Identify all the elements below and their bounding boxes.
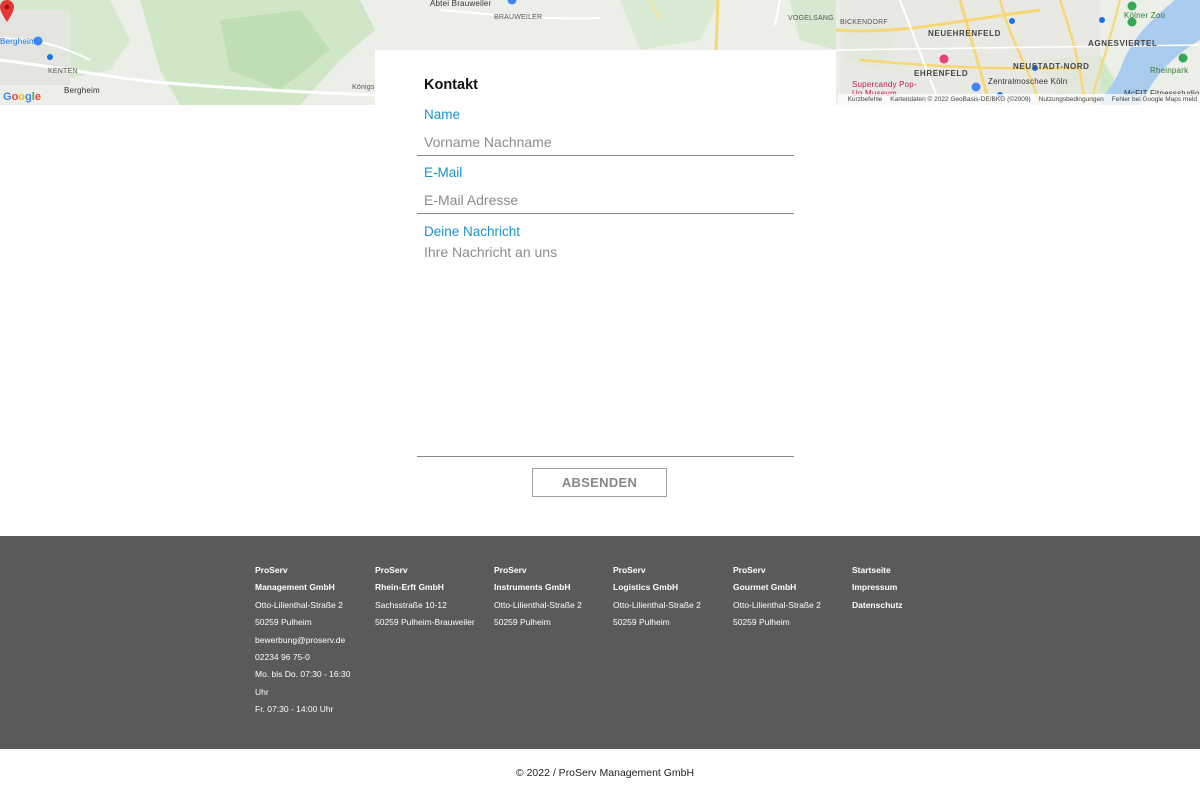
map-label-bickendorf: BICKENDORF bbox=[840, 19, 888, 26]
name-label: Name bbox=[424, 107, 461, 122]
footer-column-management: ProServ Management GmbH Otto-Lilienthal-… bbox=[255, 562, 370, 719]
footer-address: Otto-Lilienthal-Straße 2 bbox=[494, 599, 582, 610]
name-input[interactable] bbox=[417, 129, 794, 156]
footer-city: 50259 Pulheim bbox=[613, 617, 670, 628]
map-label-abtei: Abtei Brauweiler bbox=[430, 0, 492, 8]
map-data-credit: Kartendaten © 2022 GeoBasis-DE/BKG (©200… bbox=[890, 96, 1031, 103]
footer-column-logistics: ProServ Logistics GmbH Otto-Lilienthal-S… bbox=[613, 562, 728, 632]
footer-link-impressum[interactable]: Impressum bbox=[852, 579, 967, 596]
map-label-zentralmoschee: Zentralmoschee Köln bbox=[988, 77, 1068, 86]
footer-column-gourmet: ProServ Gourmet GmbH Otto-Lilienthal-Str… bbox=[733, 562, 848, 632]
footer-brand: ProServ bbox=[494, 565, 527, 575]
footer-hours-weekdays-unit: Uhr bbox=[255, 686, 269, 697]
map-shortcuts-link[interactable]: Kurzbefehle bbox=[848, 96, 883, 103]
map-label-kenten: KENTEN bbox=[48, 68, 78, 75]
footer-column-rhein-erft: ProServ Rhein-Erft GmbH Sachsstraße 10-1… bbox=[375, 562, 490, 632]
submit-button[interactable]: ABSENDEN bbox=[532, 468, 667, 497]
footer-company: Gourmet GmbH bbox=[733, 582, 797, 593]
footer-city: 50259 Pulheim bbox=[255, 617, 312, 628]
map-label-neustadt-nord: NEUSTADT-NORD bbox=[1013, 62, 1090, 71]
map-label-bergheim: Bergheim bbox=[64, 86, 100, 95]
footer-city: 50259 Pulheim-Brauweiler bbox=[375, 617, 475, 628]
footer-column-instruments: ProServ Instruments GmbH Otto-Lilienthal… bbox=[494, 562, 609, 632]
footer-hours-friday: Fr. 07:30 - 14:00 Uhr bbox=[255, 704, 334, 715]
copyright: © 2022 / ProServ Management GmbH bbox=[515, 767, 695, 779]
email-label: E-Mail bbox=[424, 165, 463, 180]
footer-link-datenschutz[interactable]: Datenschutz bbox=[852, 597, 967, 614]
map-label-brauweiler: BRAUWEILER bbox=[494, 14, 543, 21]
message-label: Deine Nachricht bbox=[424, 224, 521, 239]
map-label-agnesviertel: AGNESVIERTEL bbox=[1088, 39, 1158, 48]
footer-hours-weekdays: Mo. bis Do. 07:30 - 16:30 bbox=[255, 669, 351, 680]
map-attribution: Kurzbefehle Kartendaten © 2022 GeoBasis-… bbox=[837, 94, 1200, 105]
contact-card: Kontakt Name E-Mail Deine Nachricht ABSE… bbox=[375, 50, 836, 510]
contact-title: Kontakt bbox=[424, 77, 478, 93]
footer: ProServ Management GmbH Otto-Lilienthal-… bbox=[0, 536, 1200, 749]
footer-company: Management GmbH bbox=[255, 582, 335, 593]
footer-brand: ProServ bbox=[375, 565, 408, 575]
map-label-vogelsang: VOGELSANG bbox=[788, 15, 834, 22]
footer-brand: ProServ bbox=[255, 565, 288, 575]
footer-city: 50259 Pulheim bbox=[733, 617, 790, 628]
footer-company: Instruments GmbH bbox=[494, 582, 571, 593]
footer-link-startseite[interactable]: Startseite bbox=[852, 562, 967, 579]
map-terms-link[interactable]: Nutzungsbedingungen bbox=[1039, 96, 1104, 103]
google-logo: Google bbox=[3, 91, 41, 103]
footer-company: Logistics GmbH bbox=[613, 582, 679, 593]
footer-address: Otto-Lilienthal-Straße 2 bbox=[613, 599, 701, 610]
footer-city: 50259 Pulheim bbox=[494, 617, 551, 628]
footer-links: Startseite Impressum Datenschutz bbox=[852, 562, 967, 614]
map-label-neuehrenfeld: NEUEHRENFELD bbox=[928, 29, 1001, 38]
footer-brand: ProServ bbox=[733, 565, 766, 575]
footer-address: Sachsstraße 10-12 bbox=[375, 599, 447, 610]
footer-address: Otto-Lilienthal-Straße 2 bbox=[733, 599, 821, 610]
map-label-bergheim-poi: Bergheim bbox=[0, 37, 36, 46]
map-label-rheinpark: Rheinpark bbox=[1150, 66, 1189, 75]
map-pin-icon[interactable] bbox=[0, 0, 14, 24]
map-label-koelner-zoo: Kölner Zoo bbox=[1124, 11, 1166, 20]
footer-phone[interactable]: 02234 96 75-0 bbox=[255, 649, 370, 666]
map-label-koenige: Königs bbox=[352, 84, 375, 91]
email-input[interactable] bbox=[417, 187, 794, 214]
map-label-ehrenfeld: EHRENFELD bbox=[914, 69, 969, 78]
footer-brand: ProServ bbox=[613, 565, 646, 575]
footer-address: Otto-Lilienthal-Straße 2 bbox=[255, 599, 343, 610]
map-report-link[interactable]: Fehler bei Google Maps meld bbox=[1112, 96, 1197, 103]
footer-company: Rhein-Erft GmbH bbox=[375, 582, 444, 593]
message-textarea[interactable] bbox=[417, 244, 794, 457]
footer-email-link[interactable]: bewerbung@proserv.de bbox=[255, 632, 370, 649]
